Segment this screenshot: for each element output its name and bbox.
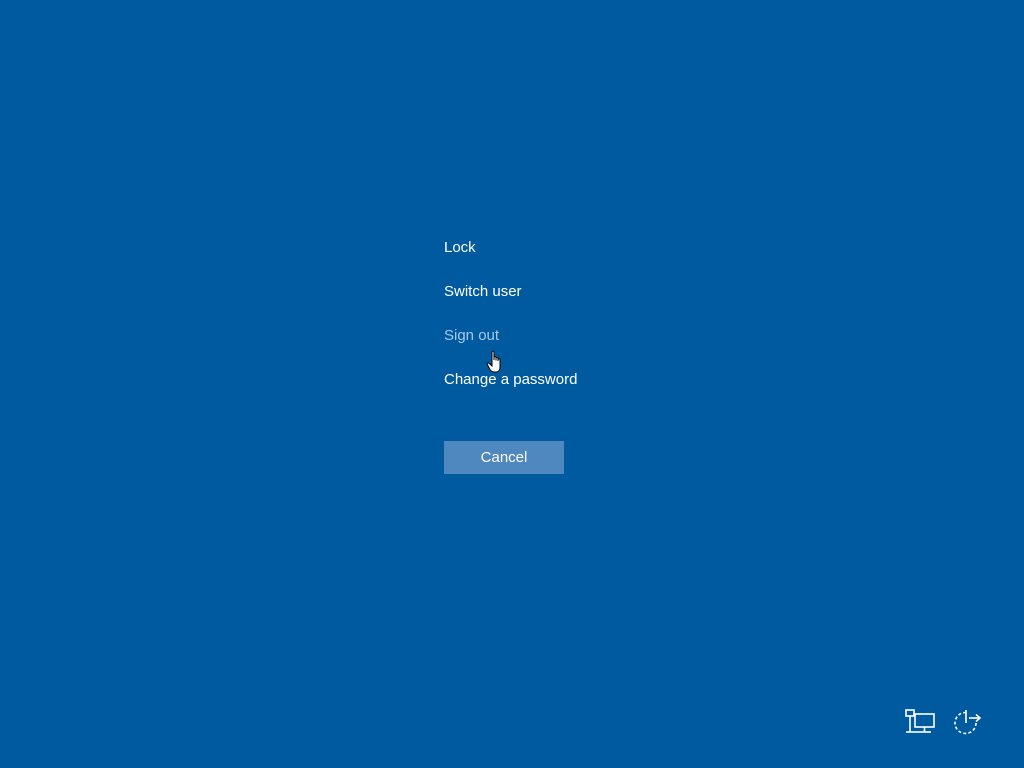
change-password-option[interactable]: Change a password [444, 368, 644, 392]
switch-user-option[interactable]: Switch user [444, 280, 644, 304]
cancel-button[interactable]: Cancel [444, 441, 564, 474]
security-options-menu: Lock Switch user Sign out Change a passw… [444, 236, 644, 412]
network-icon[interactable] [903, 706, 937, 740]
lock-option[interactable]: Lock [444, 236, 644, 260]
sign-out-option[interactable]: Sign out [444, 324, 644, 348]
power-icon[interactable] [949, 706, 983, 740]
